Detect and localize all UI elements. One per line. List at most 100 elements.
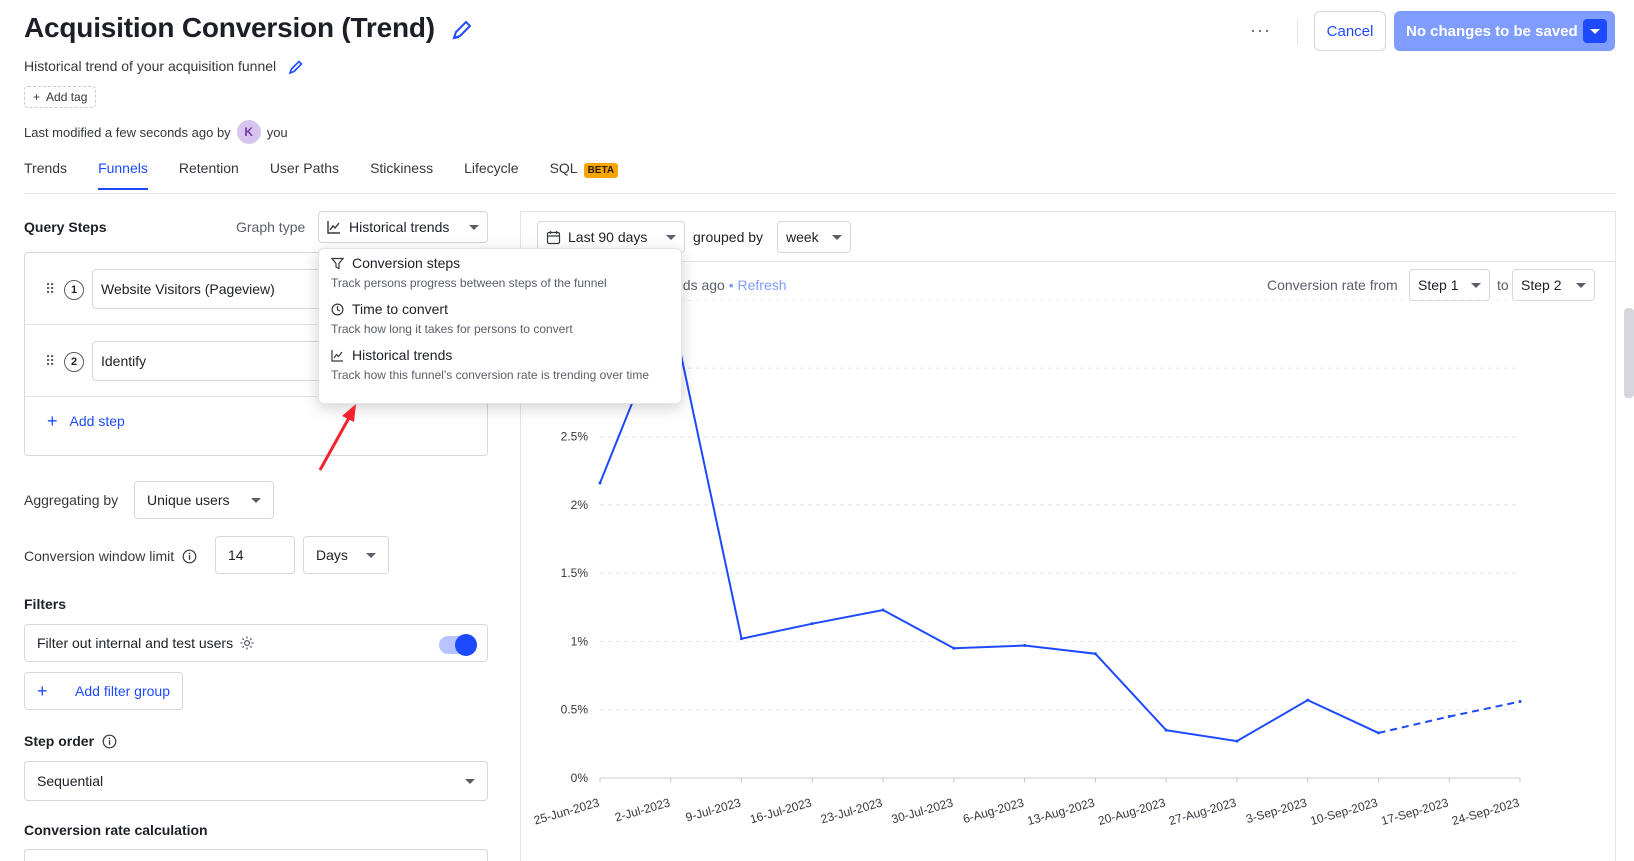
annotation-arrow-icon — [318, 404, 356, 471]
tab-retention[interactable]: Retention — [179, 160, 239, 190]
data-point — [1447, 715, 1451, 719]
menu-item-conversion-steps[interactable]: Conversion steps Track persons progress … — [331, 255, 669, 290]
aggregating-label: Aggregating by — [24, 492, 119, 508]
tab-label: Lifecycle — [464, 160, 519, 176]
data-point — [1023, 644, 1027, 648]
insight-title: Acquisition Conversion (Trend) — [24, 12, 435, 43]
chevron-down-icon — [366, 552, 376, 558]
plus-icon: + — [33, 90, 41, 104]
grouped-by-label: grouped by — [693, 229, 764, 245]
aggregating-select[interactable]: Unique users — [134, 481, 274, 519]
cancel-button[interactable]: Cancel — [1314, 11, 1386, 51]
tabs-divider — [24, 193, 1616, 194]
step-order-select[interactable]: Sequential — [24, 761, 488, 801]
tab-label: Retention — [178, 160, 239, 176]
chevron-down-icon — [1590, 28, 1600, 34]
x-tick-label: 9-Jul-2023 — [684, 795, 743, 824]
graph-type-value: Historical trends — [349, 219, 450, 235]
menu-item-description: Track persons progress between steps of … — [331, 276, 607, 290]
conversion-window-unit-select[interactable]: Days — [303, 536, 389, 574]
drag-handle-icon[interactable]: ⠿ — [45, 353, 55, 370]
gear-icon[interactable] — [239, 635, 255, 651]
interval-value: week — [786, 229, 819, 245]
step-number: 2 — [64, 352, 84, 372]
chevron-down-icon — [1471, 282, 1481, 288]
x-tick-label: 24-Sep-2023 — [1450, 795, 1521, 828]
save-button[interactable]: No changes to be saved — [1394, 11, 1615, 51]
clock-icon — [331, 302, 344, 316]
trend-icon — [327, 221, 340, 234]
tab-stickiness[interactable]: Stickiness — [370, 160, 433, 190]
y-tick-label: 2% — [571, 498, 589, 512]
page-subtitle: Historical trend of your acquisition fun… — [24, 58, 304, 75]
query-steps-title: Query Steps — [24, 219, 107, 235]
conversion-calc-select[interactable] — [24, 849, 488, 861]
tab-sql[interactable]: SQL BETA — [550, 160, 619, 190]
funnel-icon — [331, 257, 344, 269]
x-tick-label: 13-Aug-2023 — [1026, 795, 1097, 828]
tab-trends[interactable]: Trends — [24, 160, 67, 190]
plus-icon: + — [47, 411, 58, 431]
edit-title-icon[interactable] — [451, 19, 473, 41]
window-unit-value: Days — [316, 547, 348, 563]
last-modified: Last modified a few seconds ago by K you — [24, 120, 288, 144]
menu-item-description: Track how this funnel's conversion rate … — [331, 368, 649, 382]
interval-select[interactable]: week — [777, 221, 851, 253]
data-point — [810, 622, 814, 626]
menu-item-time-to-convert[interactable]: Time to convert Track how long it takes … — [331, 301, 669, 336]
save-dropdown-button[interactable] — [1583, 19, 1607, 43]
x-tick-label: 30-Jul-2023 — [890, 795, 955, 826]
x-tick-label: 6-Aug-2023 — [961, 795, 1025, 826]
computed-status: nds ago • Refresh — [675, 277, 787, 293]
chevron-down-icon — [469, 224, 479, 230]
from-step-value: Step 1 — [1418, 277, 1459, 293]
graph-type-select[interactable]: Historical trends — [318, 211, 488, 243]
add-step-button[interactable]: + Add step — [47, 411, 125, 431]
tab-label: User Paths — [269, 160, 340, 176]
filter-internal-row: Filter out internal and test users — [24, 624, 488, 662]
edit-description-icon[interactable] — [288, 59, 304, 75]
data-point — [1164, 728, 1168, 732]
plus-icon: + — [37, 680, 48, 701]
data-point — [1518, 700, 1522, 704]
x-tick-label: 10-Sep-2023 — [1309, 795, 1380, 828]
conversion-window-input[interactable]: 14 — [215, 536, 295, 574]
more-options-button[interactable]: ··· — [1250, 20, 1271, 41]
x-tick-label: 17-Sep-2023 — [1379, 795, 1450, 828]
tab-user-paths[interactable]: User Paths — [270, 160, 339, 190]
y-tick-label: 0% — [571, 771, 589, 785]
info-icon[interactable] — [182, 549, 197, 564]
trend-icon — [331, 349, 343, 362]
x-tick-label: 2-Jul-2023 — [613, 795, 672, 824]
divider — [1297, 18, 1298, 44]
graph-type-menu: Conversion steps Track persons progress … — [318, 248, 682, 404]
chevron-down-icon — [1576, 282, 1586, 288]
add-filter-group-label: Add filter group — [75, 683, 170, 699]
y-tick-label: 0.5% — [561, 703, 589, 717]
tab-lifecycle[interactable]: Lifecycle — [464, 160, 518, 190]
chevron-down-icon — [666, 234, 676, 240]
y-tick-label: 1% — [571, 634, 589, 648]
data-point — [1093, 652, 1097, 656]
to-step-select[interactable]: Step 2 — [1512, 269, 1595, 301]
tab-funnels[interactable]: Funnels — [98, 160, 148, 190]
filter-internal-toggle[interactable] — [439, 634, 477, 656]
data-point — [952, 646, 956, 650]
y-tick-label: 1.5% — [561, 566, 589, 580]
data-point — [598, 481, 602, 485]
step-number: 1 — [64, 280, 84, 300]
tab-label: Trends — [24, 160, 68, 176]
add-tag-button[interactable]: + Add tag — [24, 86, 97, 108]
save-label: No changes to be saved — [1406, 22, 1578, 40]
computed-text: nds ago — [675, 277, 725, 293]
from-step-select[interactable]: Step 1 — [1409, 269, 1490, 301]
scrollbar[interactable] — [1624, 308, 1634, 398]
info-icon[interactable] — [102, 734, 117, 749]
x-tick-label: 16-Jul-2023 — [748, 795, 813, 826]
menu-item-historical-trends[interactable]: Historical trends Track how this funnel'… — [331, 347, 669, 382]
chart-toolbar: Last 90 days grouped by week — [521, 212, 1615, 262]
refresh-link[interactable]: Refresh — [738, 277, 787, 293]
drag-handle-icon[interactable]: ⠿ — [45, 281, 55, 298]
add-filter-group-button[interactable]: + Add filter group — [24, 672, 183, 710]
y-tick-label: 2.5% — [561, 430, 589, 444]
